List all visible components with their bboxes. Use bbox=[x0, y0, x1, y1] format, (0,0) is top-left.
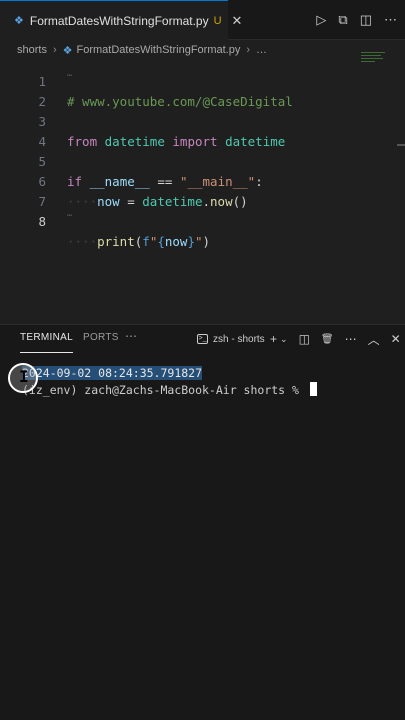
trash-icon[interactable]: 🗑 bbox=[321, 334, 334, 345]
suggestion-indicator: ⋯ bbox=[67, 211, 73, 221]
tab-file-name: FormatDatesWithStringFormat.py bbox=[29, 13, 209, 28]
terminal-selector[interactable]: >_ zsh - shorts bbox=[197, 325, 265, 353]
close-icon[interactable]: ✕ bbox=[232, 13, 243, 29]
tab-ports[interactable]: PORTS bbox=[83, 325, 119, 353]
selected-output[interactable]: 2024-09-02 08:24:35.791827 bbox=[22, 366, 203, 380]
fstring-prefix: f bbox=[142, 234, 150, 249]
brace: } bbox=[187, 234, 195, 249]
line-number: 8 bbox=[38, 214, 46, 229]
code-line: 2 bbox=[0, 72, 405, 109]
untracked-badge: U bbox=[213, 14, 222, 27]
close-paren: ) bbox=[202, 234, 211, 249]
string-quote: " bbox=[194, 234, 203, 249]
editor-tab-bar: ❖ FormatDatesWithStringFormat.py U ✕ ▷ ⧉… bbox=[0, 0, 405, 40]
chevron-down-icon[interactable]: ⌄ bbox=[280, 334, 288, 345]
new-terminal-icon[interactable]: + bbox=[270, 332, 277, 346]
code-line: 7 bbox=[0, 172, 405, 209]
maximize-panel-icon[interactable]: ︿ bbox=[368, 331, 380, 348]
panel-actions: + ⌄ ◫ 🗑 ⋯ ︿ ✕ bbox=[270, 325, 401, 353]
code-line: 3 from datetime import datetime bbox=[0, 92, 405, 149]
split-editor-icon[interactable]: ◫ bbox=[360, 12, 372, 28]
code-editor[interactable]: 1 # www.youtube.com/@CaseDigital ⋯ 2 3 f… bbox=[0, 52, 405, 324]
ibeam-cursor-icon: I bbox=[19, 367, 29, 386]
more-actions-icon[interactable]: ⋯ bbox=[384, 12, 397, 28]
terminal-cursor bbox=[309, 382, 317, 396]
terminal-prompt-line: (iz_env) zach@Zachs-MacBook-Air shorts % bbox=[22, 381, 317, 399]
more-icon[interactable]: ⋯ bbox=[345, 332, 357, 346]
more-icon[interactable]: ⋯ bbox=[125, 329, 137, 343]
terminal-name: zsh - shorts bbox=[213, 333, 265, 345]
indent-whitespace: ···· bbox=[67, 234, 98, 249]
close-icon[interactable]: ✕ bbox=[391, 332, 401, 346]
terminal-line: 2024-09-02 08:24:35.791827 bbox=[22, 364, 203, 382]
run-icon[interactable]: ▷ bbox=[316, 12, 326, 28]
panel-tab-bar: TERMINAL PORTS ⋯ >_ zsh - shorts + ⌄ ◫ 🗑… bbox=[0, 325, 405, 353]
bottom-panel: TERMINAL PORTS ⋯ >_ zsh - shorts + ⌄ ◫ 🗑… bbox=[0, 324, 405, 720]
tab-format-dates-file[interactable]: ❖ FormatDatesWithStringFormat.py U ✕ bbox=[0, 0, 242, 40]
variable: now bbox=[164, 234, 188, 249]
split-terminal-icon[interactable]: ◫ bbox=[299, 332, 310, 346]
code-line: 5 if __name__ == "__main__": bbox=[0, 132, 405, 189]
shell-prompt: (iz_env) zach@Zachs-MacBook-Air shorts % bbox=[22, 383, 306, 397]
python-file-icon: ❖ bbox=[14, 15, 24, 27]
terminal-icon: >_ bbox=[197, 334, 208, 344]
editor-actions: ▷ ⧉ ◫ ⋯ bbox=[316, 0, 397, 40]
tab-terminal[interactable]: TERMINAL bbox=[20, 325, 73, 353]
compare-icon[interactable]: ⧉ bbox=[338, 12, 347, 28]
brace: { bbox=[157, 234, 165, 249]
code-line-active: 8 ····print(f"{now}") ⋯ bbox=[0, 192, 405, 249]
code-line: 1 # www.youtube.com/@CaseDigital ⋯ bbox=[0, 52, 405, 109]
function-name: print bbox=[97, 234, 135, 249]
code-line: 4 bbox=[0, 112, 405, 149]
code-line: 6 ····now = datetime.now() bbox=[0, 152, 405, 209]
